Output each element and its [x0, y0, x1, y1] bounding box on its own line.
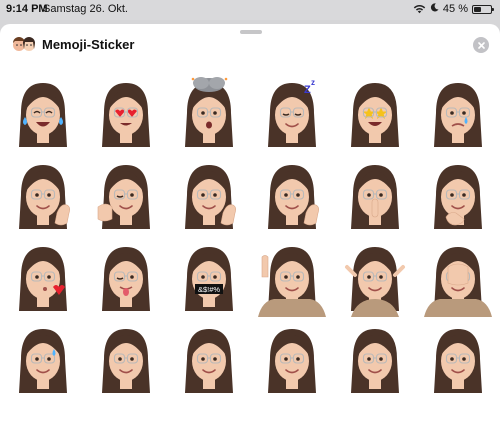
memoji-mind-blown-icon [184, 77, 233, 147]
memoji-frowning-icon [184, 329, 233, 393]
memoji-facepalm-icon [423, 247, 492, 317]
memoji-cursing-icon: &$!#% [184, 247, 233, 311]
memoji-sweat-smile-icon [18, 329, 67, 393]
memoji-thinking-icon [433, 165, 482, 229]
memoji-heart-eyes-icon [101, 83, 150, 147]
memoji-winking-tongue-icon [101, 247, 150, 311]
memoji-pointing-icon [97, 165, 150, 229]
memoji-kissing-icon [18, 247, 67, 311]
sticker-thumbs-up[interactable] [1, 154, 84, 236]
sticker-heart-eyes[interactable] [84, 72, 167, 154]
sticker-tears-of-joy[interactable] [1, 72, 84, 154]
close-button[interactable] [473, 37, 489, 53]
moon-icon [430, 3, 439, 15]
sticker-peace-sign[interactable] [167, 154, 250, 236]
memoji-tears-of-joy-icon [18, 83, 67, 147]
svg-text:z: z [311, 78, 315, 87]
sticker-smiling[interactable] [416, 318, 499, 400]
battery-icon [472, 4, 494, 14]
memoji-crying-icon [433, 83, 482, 147]
sticker-thinking[interactable] [416, 154, 499, 236]
memoji-smiling-icon [433, 329, 482, 393]
memoji-shushing-icon [350, 165, 399, 229]
sticker-kissing[interactable] [1, 236, 84, 318]
sticker-sheet: Memoji-Sticker Zz &$!#% [0, 24, 500, 447]
status-right: 45 % [413, 3, 494, 15]
memoji-waving-hand-icon [257, 247, 326, 317]
memoji-victory-wink-icon [267, 165, 319, 229]
close-icon [477, 41, 485, 49]
memoji-grinning-icon [267, 329, 316, 393]
memoji-faces-icon [12, 36, 36, 59]
sticker-grinning[interactable] [250, 318, 333, 400]
sticker-sleeping[interactable]: Zz [250, 72, 333, 154]
sticker-sweat-smile[interactable] [1, 318, 84, 400]
status-bar: 9:14 PM Samstag 26. Okt. 45 % [0, 0, 500, 20]
sticker-mind-blown[interactable] [167, 72, 250, 154]
sticker-neutral[interactable] [333, 318, 416, 400]
sticker-winking-tongue[interactable] [84, 236, 167, 318]
sticker-waving-hand[interactable] [250, 236, 333, 318]
panel-title: Memoji-Sticker [42, 37, 135, 52]
sticker-frowning[interactable] [167, 318, 250, 400]
sticker-grid: Zz &$!#% [0, 72, 500, 400]
svg-text:&$!#%: &$!#% [197, 285, 219, 294]
memoji-shrugging-icon [344, 247, 405, 317]
svg-text:Z: Z [304, 84, 311, 96]
sticker-victory-wink[interactable] [250, 154, 333, 236]
memoji-peace-sign-icon [184, 165, 236, 229]
sticker-crying[interactable] [416, 72, 499, 154]
sticker-surprised[interactable] [84, 318, 167, 400]
memoji-sleeping-icon: Zz [267, 78, 316, 147]
sticker-facepalm[interactable] [416, 236, 499, 318]
sticker-shrugging[interactable] [333, 236, 416, 318]
battery-percent: 45 % [442, 3, 468, 15]
sticker-pointing[interactable] [84, 154, 167, 236]
memoji-star-struck-icon [350, 83, 399, 147]
memoji-neutral-icon [350, 329, 399, 393]
status-time: 9:14 PM [6, 3, 48, 15]
wifi-icon [413, 4, 426, 14]
sticker-star-struck[interactable] [333, 72, 416, 154]
status-date: Samstag 26. Okt. [43, 3, 128, 15]
sticker-cursing[interactable]: &$!#% [167, 236, 250, 318]
sheet-grabber[interactable] [240, 30, 262, 34]
memoji-surprised-icon [101, 329, 150, 393]
memoji-thumbs-up-icon [18, 165, 70, 229]
sticker-shushing[interactable] [333, 154, 416, 236]
